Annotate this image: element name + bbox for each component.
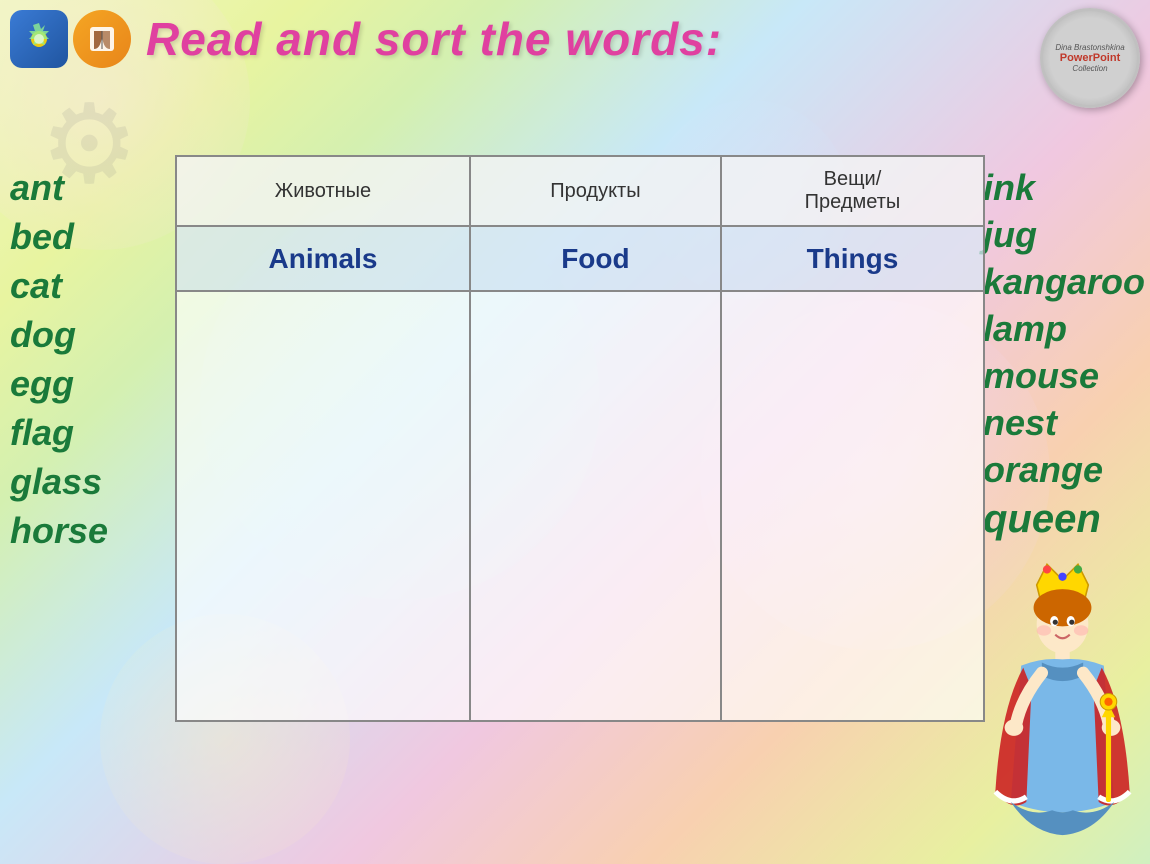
page-title: Read and sort the words: <box>146 12 722 66</box>
table-header-english: Animals Food Things <box>176 226 984 291</box>
powerpoint-badge: Dina Brastonshkina PowerPoint Collection <box>1040 8 1140 108</box>
app-icon-book <box>73 10 131 68</box>
word-orange: orange <box>983 447 1145 492</box>
sorting-table-container: Животные Продукты Вещи/Предметы Animals … <box>175 155 985 722</box>
col-things-ru: Вещи/Предметы <box>721 156 984 226</box>
word-queen: queen <box>983 494 1145 544</box>
word-kangaroo: kangaroo <box>983 259 1145 304</box>
right-word-list: ink jug kangaroo lamp mouse nest orange … <box>983 165 1145 544</box>
pp-author: Dina Brastonshkina <box>1055 43 1124 52</box>
word-egg: egg <box>10 361 108 406</box>
word-nest: nest <box>983 400 1145 445</box>
sorting-table: Животные Продукты Вещи/Предметы Animals … <box>175 155 985 722</box>
animals-cell <box>176 291 470 721</box>
col-food-en: Food <box>470 226 721 291</box>
word-lamp: lamp <box>983 306 1145 351</box>
word-dog: dog <box>10 312 108 357</box>
pp-brand: PowerPoint <box>1060 52 1121 64</box>
word-mouse: mouse <box>983 353 1145 398</box>
app-icons <box>10 10 131 68</box>
word-flag: flag <box>10 410 108 455</box>
word-horse: horse <box>10 508 108 553</box>
word-cat: cat <box>10 263 108 308</box>
word-ant: ant <box>10 165 108 210</box>
col-animals-en: Animals <box>176 226 470 291</box>
things-cell <box>721 291 984 721</box>
col-animals-ru: Животные <box>176 156 470 226</box>
word-ink: ink <box>983 165 1145 210</box>
col-food-ru: Продукты <box>470 156 721 226</box>
word-jug: jug <box>983 212 1145 257</box>
food-cell <box>470 291 721 721</box>
table-content-row <box>176 291 984 721</box>
app-icon-settings <box>10 10 68 68</box>
col-things-en: Things <box>721 226 984 291</box>
queen-decoration <box>975 554 1150 864</box>
word-bed: bed <box>10 214 108 259</box>
header: Read and sort the words: <box>10 10 1140 68</box>
pp-collection: Collection <box>1072 64 1107 73</box>
left-word-list: ant bed cat dog egg flag glass horse <box>10 165 108 553</box>
table-header-russian: Животные Продукты Вещи/Предметы <box>176 156 984 226</box>
word-glass: glass <box>10 459 108 504</box>
